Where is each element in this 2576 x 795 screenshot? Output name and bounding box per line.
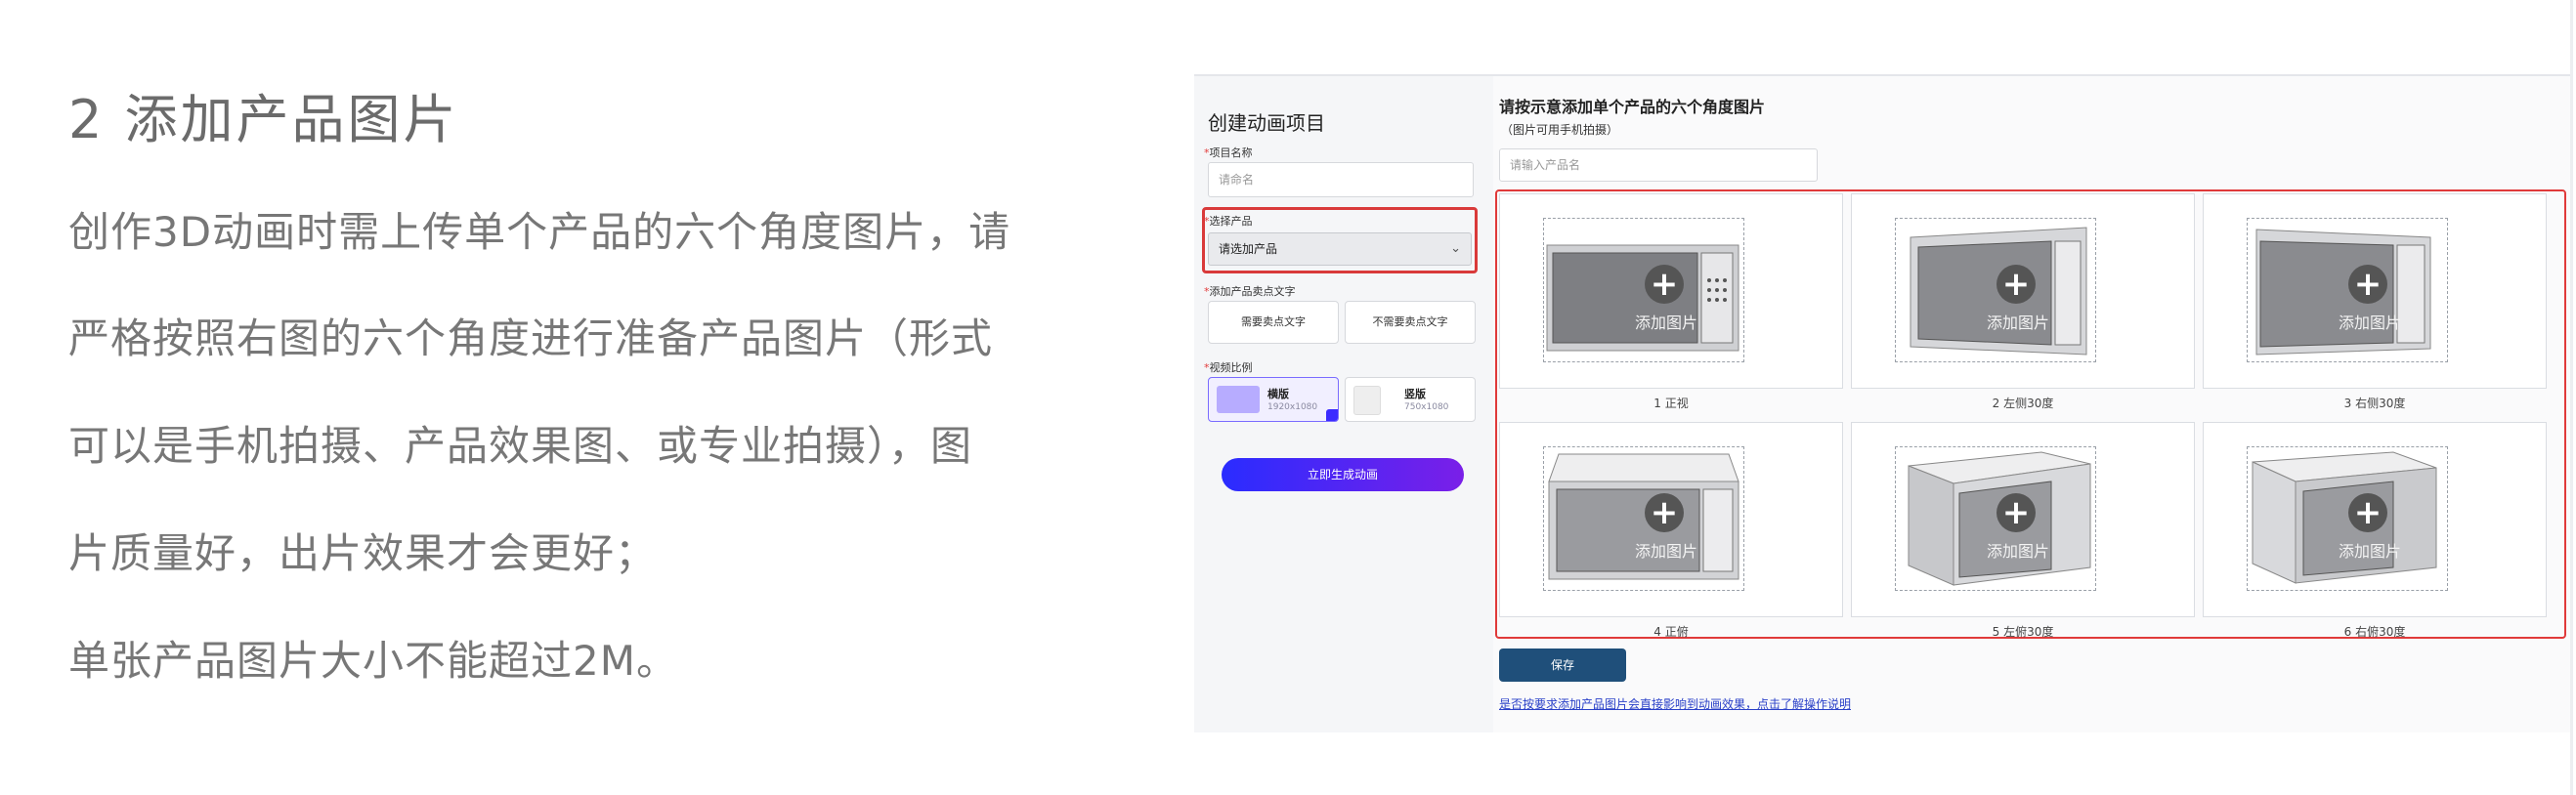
generate-animation-button[interactable]: 立即生成动画: [1222, 458, 1464, 491]
landscape-swatch: [1217, 386, 1260, 413]
upload-subtitle: （图片可用手机拍摄）: [1501, 123, 1619, 137]
landscape-size: 1920x1080: [1267, 402, 1318, 412]
video-ratio-label: *视频比例: [1204, 361, 1253, 374]
portrait-size: 750x1080: [1404, 402, 1449, 412]
photo-slot-4[interactable]: + 添加图片: [1499, 422, 1843, 617]
need-selling-point-option[interactable]: 需要卖点文字: [1208, 301, 1339, 344]
chevron-down-icon: ⌄: [1450, 241, 1461, 256]
caption-top-left30: 5 左俯30度: [1992, 625, 2054, 639]
app-screenshot: 创建动画项目 *项目名称 请命名 *选择产品 请选加产品 ⌄ *添加产品卖点文字…: [1194, 74, 2570, 732]
create-project-form: 创建动画项目 *项目名称 请命名 *选择产品 请选加产品 ⌄ *添加产品卖点文字…: [1194, 76, 1487, 732]
photo-slot-5[interactable]: + 添加图片: [1851, 422, 2195, 617]
product-label: *选择产品: [1204, 215, 1253, 228]
photo-slot-2[interactable]: + 添加图片: [1851, 193, 2195, 389]
add-image-label: 添加图片: [1986, 314, 2049, 332]
add-plus-icon: +: [1645, 265, 1684, 304]
caption-top-right30: 6 右俯30度: [2343, 625, 2406, 639]
selected-corner-icon: [1326, 409, 1338, 421]
caption-top-front: 4 正俯: [1653, 625, 1689, 639]
photo-slot-3[interactable]: + 添加图片: [2203, 193, 2547, 389]
slot-dashed-frame: [2247, 446, 2448, 591]
caption-right30: 3 右侧30度: [2343, 397, 2406, 410]
product-name-input[interactable]: 请输入产品名: [1499, 148, 1818, 182]
slot-dashed-frame: [2247, 218, 2448, 362]
add-image-label: 添加图片: [2338, 542, 2401, 561]
instruction-line-3: 可以是手机拍摄、产品效果图、或专业拍摄），图: [68, 422, 973, 470]
photo-slot-6[interactable]: + 添加图片: [2203, 422, 2547, 617]
slot-dashed-frame: [1543, 446, 1744, 591]
ratio-landscape-option[interactable]: 横版 1920x1080: [1208, 377, 1339, 422]
instructions-link[interactable]: 是否按要求添加产品图片会直接影响到动画效果，点击了解操作说明: [1499, 695, 1851, 712]
landscape-title: 横版: [1267, 388, 1289, 400]
add-plus-icon: +: [1996, 265, 2036, 304]
photo-upload-area: 请按示意添加单个产品的六个角度图片 （图片可用手机拍摄） 请输入产品名 + 添加…: [1493, 76, 2570, 732]
page-right-edge: [2570, 0, 2573, 795]
add-plus-icon: +: [2348, 265, 2387, 304]
caption-front: 1 正视: [1653, 397, 1689, 410]
photo-slot-1[interactable]: + 添加图片: [1499, 193, 1843, 389]
slot-dashed-frame: [1895, 218, 2096, 362]
add-plus-icon: +: [1645, 493, 1684, 532]
add-image-label: 添加图片: [2338, 314, 2401, 332]
slot-dashed-frame: [1895, 446, 2096, 591]
product-select[interactable]: 请选加产品 ⌄: [1208, 232, 1472, 266]
slot-dashed-frame: [1543, 218, 1744, 362]
add-plus-icon: +: [2348, 493, 2387, 532]
no-selling-point-option[interactable]: 不需要卖点文字: [1345, 301, 1476, 344]
portrait-title: 竖版: [1404, 388, 1426, 400]
section-heading: 2 添加产品图片: [68, 89, 459, 150]
add-image-label: 添加图片: [1634, 314, 1697, 332]
add-image-label: 添加图片: [1986, 542, 2049, 561]
instruction-line-5: 单张产品图片大小不能超过2M。: [68, 637, 678, 685]
save-button[interactable]: 保存: [1499, 649, 1626, 682]
selling-point-label: *添加产品卖点文字: [1204, 285, 1296, 298]
instruction-line-1: 创作3D动画时需上传单个产品的六个角度图片，请: [68, 208, 1011, 256]
upload-title: 请按示意添加单个产品的六个角度图片: [1499, 98, 1766, 116]
project-name-label: *项目名称: [1204, 146, 1253, 159]
ratio-portrait-option[interactable]: 竖版 750x1080: [1345, 377, 1476, 422]
instruction-line-4: 片质量好，出片效果才会更好；: [68, 529, 658, 577]
instruction-line-2: 严格按照右图的六个角度进行准备产品图片（形式: [68, 314, 994, 362]
add-image-label: 添加图片: [1634, 542, 1697, 561]
caption-left30: 2 左侧30度: [1992, 397, 2054, 410]
portrait-swatch: [1353, 386, 1381, 415]
product-select-value: 请选加产品: [1219, 242, 1278, 256]
form-title: 创建动画项目: [1208, 111, 1325, 135]
project-name-input[interactable]: 请命名: [1208, 162, 1474, 197]
add-plus-icon: +: [1996, 493, 2036, 532]
